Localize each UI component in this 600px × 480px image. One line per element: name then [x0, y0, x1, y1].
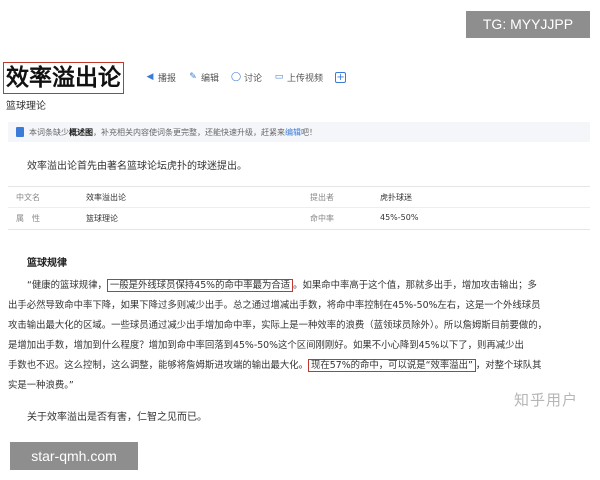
infobox-value: 虎扑球迷 [380, 193, 412, 202]
notice-bar: 本词条缺少概述图，补充相关内容使词条更完整，还能快速升级，赶紧来编辑吧！ [8, 122, 590, 142]
notice-middle: ，补充相关内容使词条更完整，还能快速升级，赶紧来 [93, 127, 285, 137]
video-icon: ▭ [274, 72, 284, 82]
infobox-row: 属 性 篮球理论 命中率 45%-50% [8, 207, 590, 227]
notice-bold: 概述图 [69, 127, 93, 137]
infobox-label: 属 性 [16, 214, 40, 223]
quote-line: “健康的篮球规律， 一般是外线球员保持45%的命中率最为合适 。如果命中率高于这个值… [8, 276, 598, 296]
quote-text: 手数也不迟。这么控制，这么调整，能够将詹姆斯进攻端的输出最大化。 [8, 360, 309, 371]
discuss-button[interactable]: ◯ 讨论 [231, 71, 262, 84]
quote-line: 实是一种浪费。” [8, 380, 74, 391]
infobox-value: 效率溢出论 [86, 193, 126, 202]
section-title: 篮球规律 [27, 258, 67, 269]
discuss-label: 讨论 [244, 73, 263, 84]
infobox-label: 中文名 [16, 193, 40, 202]
notice-prefix: 本词条缺少 [29, 127, 69, 137]
quote-line: 攻击输出最大化的区域。一些球员通过减少出手增加命中率，实际上是一种效率的浪费（蓝… [8, 320, 548, 331]
quote-line: 出手必然导致命中率下降，如果下降过多则减少出手。总之通过增减出手数，将命中率控制… [8, 300, 541, 311]
quote-text: ，对整个球队其 [475, 360, 542, 371]
comment-icon: ◯ [231, 72, 242, 82]
entry-toolbar: ◀ 播报 ✎ 编辑 ◯ 讨论 ▭ 上传视频 + [145, 68, 347, 86]
edit-button[interactable]: ✎ 编辑 [188, 71, 219, 84]
conclusion-paragraph: 关于效率溢出是否有害，仁智之见而已。 [27, 412, 207, 423]
pencil-icon: ✎ [189, 72, 197, 82]
quote-paragraph: “健康的篮球规律， 一般是外线球员保持45%的命中率最为合适 。如果命中率高于这个值… [8, 276, 598, 396]
intro-paragraph: 效率溢出论首先由著名篮球论坛虎扑的球迷提出。 [27, 161, 247, 172]
watermark-top: TG: MYYJJPP [466, 11, 590, 38]
highlight-box: 现在57%的命中，可以说是“效率溢出” [308, 359, 476, 372]
page-title: 效率溢出论 [6, 65, 121, 91]
infobox-value: 45%-50% [380, 213, 419, 222]
watermark-zhihu: 知乎用户 [514, 391, 579, 409]
upload-video-button[interactable]: ▭ 上传视频 [274, 71, 323, 84]
book-icon [16, 127, 24, 137]
entry-title-box: 效率溢出论 [3, 62, 124, 94]
notice-text: 本词条缺少概述图，补充相关内容使词条更完整，还能快速升级，赶紧来编辑吧！ [29, 127, 317, 138]
infobox-row: 中文名 效率溢出论 提出者 虎扑球迷 [8, 187, 590, 207]
infobox-label: 命中率 [310, 214, 334, 223]
watermark-bottom: star-qmh.com [10, 442, 138, 470]
play-button[interactable]: ◀ 播报 [145, 71, 176, 84]
plus-icon: + [335, 71, 347, 83]
play-label: 播报 [158, 73, 177, 84]
quote-text: 。如果命中率高于这个值，那就多出手，增加攻击输出；多 [293, 280, 537, 291]
edit-label: 编辑 [201, 73, 220, 84]
add-button[interactable]: + [335, 71, 347, 83]
quote-line: 手数也不迟。这么控制，这么调整，能够将詹姆斯进攻端的输出最大化。 现在57%的命中… [8, 356, 598, 376]
upload-video-label: 上传视频 [287, 73, 324, 84]
notice-edit-link[interactable]: 编辑 [285, 128, 301, 137]
quote-line: 是增加出手数，增加到什么程度？增加到命中率回落到45%-50%这个区间刚刚好。如… [8, 340, 524, 351]
entry-subtitle: 篮球理论 [6, 101, 46, 112]
infobox-value: 篮球理论 [86, 214, 118, 223]
infobox: 中文名 效率溢出论 提出者 虎扑球迷 属 性 篮球理论 命中率 45%-50% [8, 186, 590, 230]
speaker-icon: ◀ [146, 72, 154, 82]
quote-text: “健康的篮球规律， [27, 280, 107, 291]
notice-suffix: 吧！ [301, 127, 317, 137]
highlight-box: 一般是外线球员保持45%的命中率最为合适 [106, 279, 294, 292]
infobox-label: 提出者 [310, 193, 334, 202]
